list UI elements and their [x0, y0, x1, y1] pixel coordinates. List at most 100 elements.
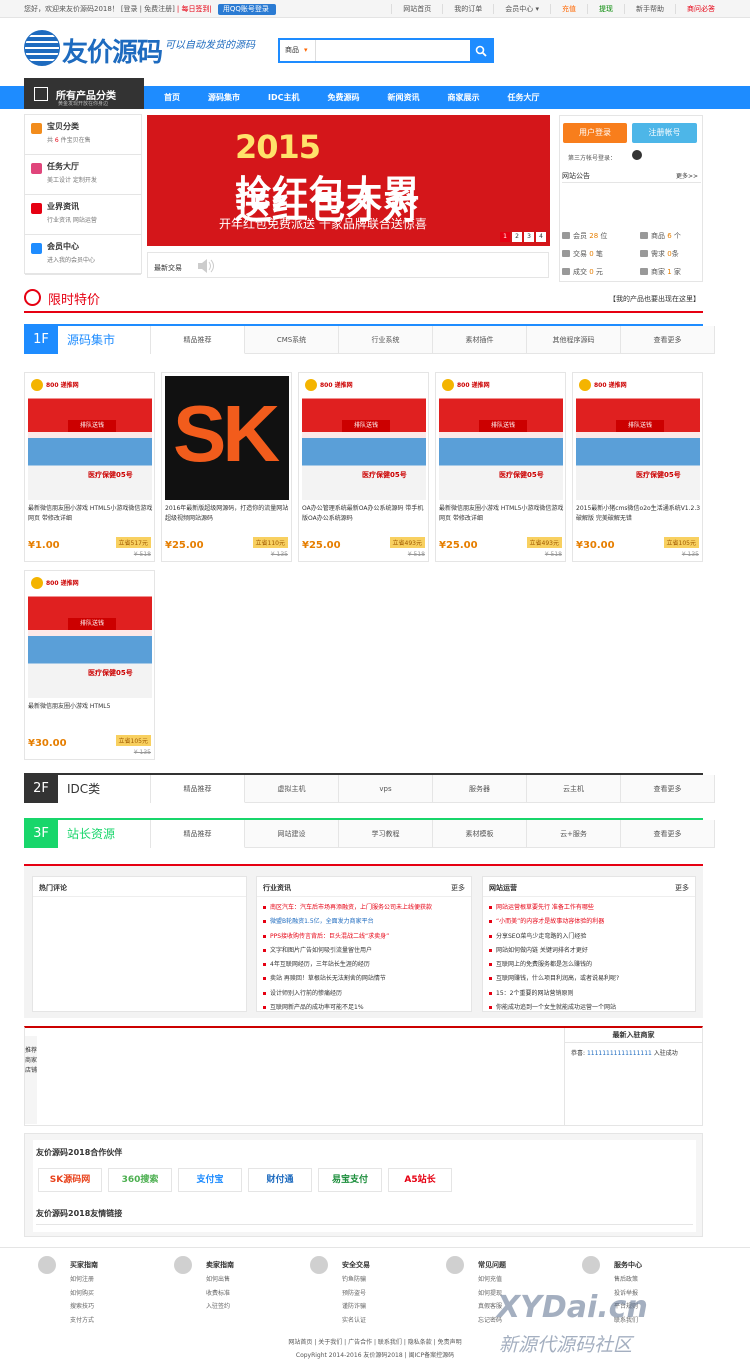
product-name[interactable]: 最新微信朋友圈小游戏 HTML5	[28, 702, 154, 722]
product-card[interactable]: 800 递推网 排队送钱 医疗保健05号最新微信朋友圈小游戏 HTML5小游戏微信游…	[435, 372, 566, 562]
floor-tab[interactable]: 云主机	[527, 775, 621, 803]
news-item[interactable]: 网站如何做内链 关键词排名才更好	[489, 944, 619, 958]
product-image[interactable]: 800 递推网 排队送钱 医疗保健05号	[302, 376, 426, 500]
news-box-more-link[interactable]: 更多	[451, 883, 465, 893]
partner-logo[interactable]: A5站长	[388, 1168, 452, 1192]
footer-link[interactable]: 钓鱼防骗	[342, 1273, 366, 1287]
new-shop-name[interactable]: 11111111111111111	[587, 1050, 652, 1057]
news-item[interactable]: 南区汽车：汽车后市场再添融资，上门服务公司未上线便获款	[263, 901, 432, 915]
product-card[interactable]: 800 递推网 排队送钱 医疗保健05号 OA办公管理系统最新OA办公系统源码 带手机…	[298, 372, 429, 562]
floor-tab[interactable]: 精品推荐	[151, 326, 245, 354]
nav-item[interactable]: 新闻资讯	[374, 86, 434, 109]
product-card[interactable]: SK 2016年最新版超级网源码，打造你的流量网站超级视频网站源码 ¥25.00 立省…	[161, 372, 292, 562]
top-link[interactable]: 充值	[550, 4, 587, 14]
product-card[interactable]: 800 递推网 排队送钱 医疗保健05号 2015最新小猪cms微信o2o生活通系统V…	[572, 372, 703, 562]
floor-tab[interactable]: 查看更多	[621, 326, 715, 354]
floor-tab[interactable]: 云+服务	[527, 820, 621, 848]
top-link[interactable]: 会员中心 ▾	[493, 4, 550, 14]
site-logo[interactable]: 友价源码	[24, 28, 164, 68]
all-categories-button[interactable]: 所有产品分类 黄金发现开放在你身边	[24, 78, 144, 109]
news-item[interactable]: 互联网赚钱，什么项目利润高，或者说易利呢?	[489, 972, 619, 986]
nav-item[interactable]: IDC主机	[254, 86, 314, 109]
register-link[interactable]: | 免费注册]	[140, 5, 175, 13]
news-box-more-link[interactable]: 更多	[675, 883, 689, 893]
nav-item[interactable]: 免费源码	[314, 86, 374, 109]
promo-banner[interactable]: 2015 抢红包太累 送红包才对 开年红包免费派送 千家品牌联合送惊喜 1234	[147, 115, 550, 246]
qq-login-button[interactable]: 用QQ账号登录	[217, 4, 276, 15]
banner-dot[interactable]: 4	[536, 232, 546, 242]
limited-offer-link[interactable]: 【我的产品也要出现在这里】	[609, 294, 700, 304]
partner-logo[interactable]: 财付通	[248, 1168, 312, 1192]
top-link[interactable]: 提现	[587, 4, 624, 14]
footer-link[interactable]: 如何注册	[70, 1273, 94, 1287]
footer-link[interactable]: 如何充值	[478, 1273, 502, 1287]
product-image[interactable]: 800 递推网 排队送钱 医疗保健05号	[576, 376, 700, 500]
nav-item[interactable]: 商家展示	[434, 86, 494, 109]
news-item[interactable]: 15：2个重要的网站营销原则	[489, 987, 619, 1001]
sidebar-item[interactable]: 宝贝分类共 6 件宝贝在售	[25, 115, 141, 155]
top-link[interactable]: 我的订单	[442, 4, 493, 14]
banner-dot[interactable]: 3	[524, 232, 534, 242]
floor-tab[interactable]: 其他程序源码	[527, 326, 621, 354]
product-name[interactable]: 2015最新小猪cms微信o2o生活通系统V1.2.3破解版 完美破解无错	[576, 504, 702, 524]
floor-tab[interactable]: 服务器	[433, 775, 527, 803]
product-card[interactable]: 800 递推网 排队送钱 医疗保健05号 最新微信朋友圈小游戏 HTML5小游戏微信游…	[24, 372, 155, 562]
news-item[interactable]: 互联网上的免费服务都是怎么赚钱的	[489, 958, 619, 972]
product-image[interactable]: 800 递推网 排队送钱 医疗保健05号	[28, 376, 152, 500]
search-button[interactable]	[470, 40, 492, 61]
news-item[interactable]: 文字和图片广告如何吸引流量留住用户	[263, 944, 432, 958]
news-item[interactable]: “小而美”的内容才是故事动容体验的利器	[489, 915, 619, 929]
nav-item[interactable]: 任务大厅	[494, 86, 554, 109]
footer-link[interactable]: 实名认证	[342, 1314, 366, 1328]
search-type-select[interactable]: 商品 ▾	[280, 40, 316, 61]
footer-link[interactable]: 谨防诈骗	[342, 1300, 366, 1314]
banner-dot[interactable]: 1	[500, 232, 510, 242]
product-image[interactable]: 800 递推网 排队送钱 医疗保健05号	[439, 376, 563, 500]
partner-logo[interactable]: 360搜索	[108, 1168, 172, 1192]
product-name[interactable]: 2016年最新版超级网源码，打造你的流量网站超级视频网站源码	[165, 504, 291, 524]
floor-tab[interactable]: 行业系统	[339, 326, 433, 354]
floor-tab[interactable]: 网站建设	[245, 820, 339, 848]
floor-tab[interactable]: 素材插件	[433, 326, 527, 354]
footer-link[interactable]: 收费标准	[206, 1287, 230, 1301]
footer-link[interactable]: 预防盗号	[342, 1287, 366, 1301]
partner-logo[interactable]: 支付宝	[178, 1168, 242, 1192]
top-link[interactable]: 商问必答	[675, 4, 726, 14]
product-card[interactable]: 800 递推网 排队送钱 医疗保健05号 最新微信朋友圈小游戏 HTML5 ¥30.00…	[24, 570, 155, 760]
product-name[interactable]: OA办公管理系统最新OA办公系统源码 带手机版OA办公系统源码	[302, 504, 428, 524]
top-link[interactable]: 网站首页	[391, 4, 442, 14]
news-item[interactable]: 设计师别入行前的惨痛经历	[263, 987, 432, 1001]
nav-item[interactable]: 源码集市	[194, 86, 254, 109]
qq-icon[interactable]	[632, 150, 642, 160]
notice-more-link[interactable]: 更多>>	[676, 171, 698, 180]
floor-tab[interactable]: 精品推荐	[151, 775, 245, 803]
news-item[interactable]: 网站运营根草要先行 准备工作有哪些	[489, 901, 619, 915]
sidebar-item[interactable]: 会员中心 进入我的会员中心	[25, 235, 141, 275]
banner-dot[interactable]: 2	[512, 232, 522, 242]
floor-tab[interactable]: CMS系统	[245, 326, 339, 354]
news-item[interactable]: 你能成功追到一个女生就能成功运营一个网站	[489, 1001, 619, 1015]
news-item[interactable]: 4年互联网经历，三年站长生涯的经历	[263, 958, 432, 972]
floor-tab[interactable]: 素材模板	[433, 820, 527, 848]
floor-tab[interactable]: vps	[339, 775, 433, 803]
footer-link[interactable]: 入驻签约	[206, 1300, 230, 1314]
partner-logo[interactable]: SK源码网	[38, 1168, 102, 1192]
top-link[interactable]: 新手帮助	[624, 4, 675, 14]
news-item[interactable]: PPS接收购传言背后：巨头混战二线“求卖身”	[263, 930, 432, 944]
floor-tab[interactable]: 虚拟主机	[245, 775, 339, 803]
footer-link[interactable]: 如何购买	[70, 1287, 94, 1301]
partner-logo[interactable]: 易宝支付	[318, 1168, 382, 1192]
news-item[interactable]: 分享SEO菜鸟少走弯路的入门经验	[489, 930, 619, 944]
register-account-button[interactable]: 注册帐号	[632, 123, 697, 143]
footer-link[interactable]: 售后政策	[614, 1273, 638, 1287]
product-image[interactable]: SK	[165, 376, 289, 500]
product-image[interactable]: 800 递推网 排队送钱 医疗保健05号	[28, 574, 152, 698]
nav-item[interactable]: 首页	[150, 86, 194, 109]
footer-link[interactable]: 支付方式	[70, 1314, 94, 1328]
sidebar-item[interactable]: 业界资讯 行业资讯 网站运营	[25, 195, 141, 235]
floor-tab[interactable]: 学习教程	[339, 820, 433, 848]
floor-tab[interactable]: 查看更多	[621, 820, 715, 848]
footer-link[interactable]: 如何出售	[206, 1273, 230, 1287]
product-name[interactable]: 最新微信朋友圈小游戏 HTML5小游戏微信游戏网页 带修改详细	[439, 504, 565, 524]
sidebar-item[interactable]: 任务大厅 美工设计 定制开发	[25, 155, 141, 195]
